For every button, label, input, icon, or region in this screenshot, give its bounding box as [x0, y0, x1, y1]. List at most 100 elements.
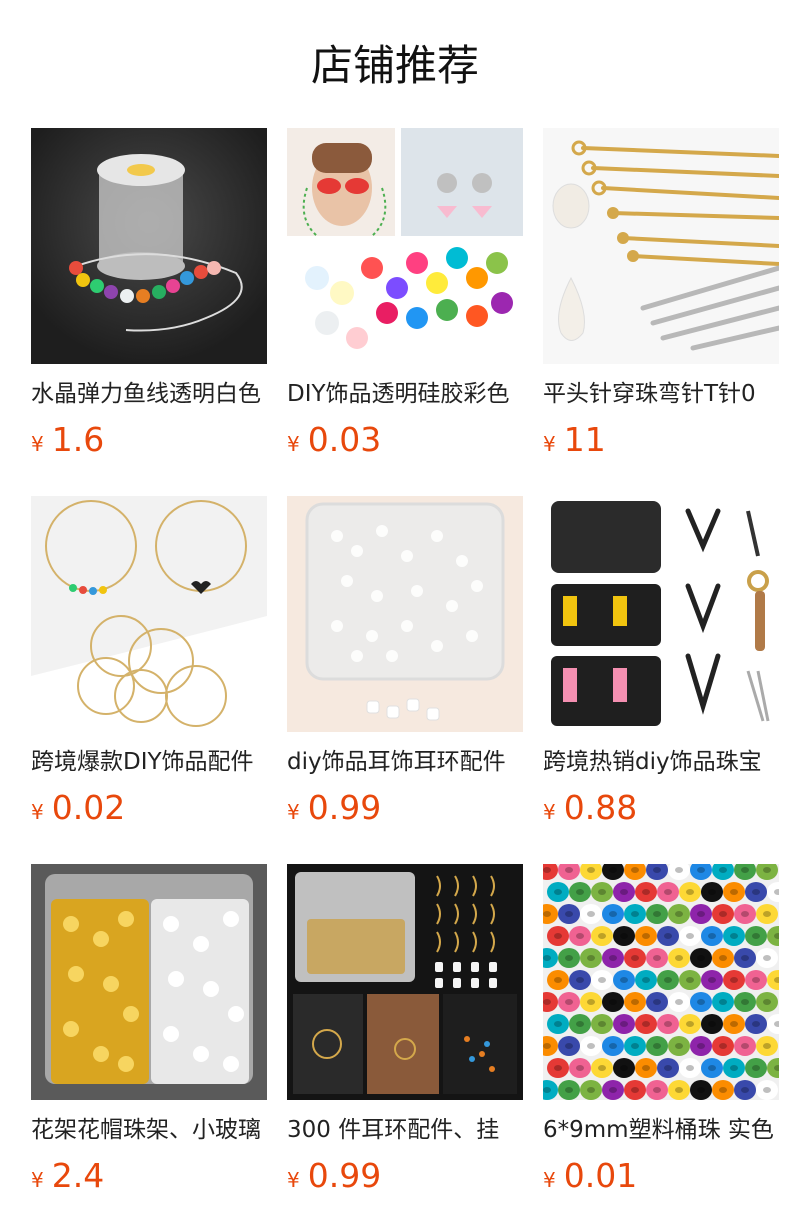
- product-name[interactable]: 花架花帽珠架、小玻璃: [31, 1110, 267, 1150]
- bead-hole: [565, 955, 573, 961]
- bead-hole: [719, 1087, 727, 1093]
- bead-hole: [708, 1021, 716, 1027]
- bead-hole: [576, 889, 584, 895]
- currency-symbol: ¥: [543, 432, 556, 456]
- bead-hole: [675, 911, 683, 917]
- bead-hole: [686, 1065, 694, 1071]
- price-value: 0.02: [51, 788, 126, 827]
- bead-hole: [576, 977, 584, 983]
- bead-hole: [543, 867, 551, 873]
- bead-hole: [675, 867, 683, 873]
- bead-hole: [741, 1087, 749, 1093]
- bead-hole: [752, 977, 760, 983]
- product-card[interactable]: diy饰品耳饰耳环配件 ¥0.99: [287, 496, 523, 828]
- bead-hole: [719, 1043, 727, 1049]
- bead-hole: [653, 999, 661, 1005]
- bead-hole: [642, 1021, 650, 1027]
- price-value: 0.01: [563, 1156, 638, 1195]
- bead-hole: [697, 1043, 705, 1049]
- bead-hole: [642, 889, 650, 895]
- bead-hole: [543, 1043, 551, 1049]
- bead-hole: [543, 955, 551, 961]
- price-value: 0.88: [563, 788, 638, 827]
- product-price: ¥2.4: [31, 1156, 267, 1196]
- bead-hole: [708, 977, 716, 983]
- bead-hole: [565, 1087, 573, 1093]
- bead-hole: [576, 1021, 584, 1027]
- product-name[interactable]: 6*9mm塑料桶珠 实色: [543, 1110, 779, 1150]
- product-image[interactable]: [287, 128, 523, 364]
- bead-hole: [642, 933, 650, 939]
- bead-hole: [763, 1043, 771, 1049]
- bead-hole: [730, 889, 738, 895]
- product-card[interactable]: 6*9mm塑料桶珠 实色 ¥0.01: [543, 864, 779, 1196]
- bead-hole: [752, 1021, 760, 1027]
- bead-hole: [697, 867, 705, 873]
- bead-hole: [565, 867, 573, 873]
- bead-hole: [609, 911, 617, 917]
- product-card[interactable]: 花架花帽珠架、小玻璃 ¥2.4: [31, 864, 267, 1196]
- bead-hole: [752, 933, 760, 939]
- bead-hole: [554, 977, 562, 983]
- bead-hole: [741, 911, 749, 917]
- bead-hole: [631, 955, 639, 961]
- bead-hole: [609, 1087, 617, 1093]
- product-card[interactable]: 平头针穿珠弯针T针0 ¥11: [543, 128, 779, 460]
- currency-symbol: ¥: [31, 432, 44, 456]
- price-value: 0.99: [307, 788, 382, 827]
- product-card[interactable]: 跨境爆款DIY饰品配件 ¥0.02: [31, 496, 267, 828]
- product-image[interactable]: [543, 496, 779, 732]
- bead-hole: [697, 1087, 705, 1093]
- bead-hole: [664, 1021, 672, 1027]
- bead-hole: [609, 1043, 617, 1049]
- product-name[interactable]: 跨境热销diy饰品珠宝: [543, 742, 779, 782]
- bead-hole: [719, 911, 727, 917]
- product-card[interactable]: 300 件耳环配件、挂 ¥0.99: [287, 864, 523, 1196]
- bead-hole: [708, 933, 716, 939]
- bead-hole: [587, 999, 595, 1005]
- bead-hole: [719, 955, 727, 961]
- bead-hole: [675, 999, 683, 1005]
- product-name[interactable]: 水晶弹力鱼线透明白色: [31, 374, 267, 414]
- product-price: ¥0.88: [543, 788, 779, 828]
- currency-symbol: ¥: [287, 1168, 300, 1192]
- currency-symbol: ¥: [31, 1168, 44, 1192]
- product-price: ¥11: [543, 420, 779, 460]
- product-name[interactable]: DIY饰品透明硅胶彩色: [287, 374, 523, 414]
- bead-hole: [708, 1065, 716, 1071]
- product-image[interactable]: [543, 128, 779, 364]
- bead-hole: [763, 955, 771, 961]
- page-title: 店铺推荐: [310, 41, 479, 90]
- product-price: ¥0.99: [287, 1156, 523, 1196]
- bead-hole: [587, 1043, 595, 1049]
- product-name[interactable]: diy饰品耳饰耳环配件: [287, 742, 523, 782]
- bead-hole: [587, 1087, 595, 1093]
- bead-hole: [598, 1065, 606, 1071]
- bead-hole: [620, 1065, 628, 1071]
- bead-hole: [587, 911, 595, 917]
- product-price: ¥0.03: [287, 420, 523, 460]
- product-image[interactable]: [31, 128, 267, 364]
- product-name[interactable]: 300 件耳环配件、挂: [287, 1110, 523, 1150]
- bead-hole: [763, 867, 771, 873]
- product-name[interactable]: 跨境爆款DIY饰品配件: [31, 742, 267, 782]
- product-card[interactable]: 跨境热销diy饰品珠宝 ¥0.88: [543, 496, 779, 828]
- product-name[interactable]: 平头针穿珠弯针T针0: [543, 374, 779, 414]
- bead-hole: [543, 1087, 551, 1093]
- bead-hole: [565, 911, 573, 917]
- price-value: 1.6: [51, 420, 105, 459]
- product-card[interactable]: DIY饰品透明硅胶彩色 ¥0.03: [287, 128, 523, 460]
- product-image[interactable]: [31, 496, 267, 732]
- product-image[interactable]: [31, 864, 267, 1100]
- bead-hole: [609, 999, 617, 1005]
- bead-hole: [631, 911, 639, 917]
- product-card[interactable]: 水晶弹力鱼线透明白色 ¥1.6: [31, 128, 267, 460]
- bead-hole: [631, 1087, 639, 1093]
- product-image[interactable]: [287, 496, 523, 732]
- bead-hole: [741, 955, 749, 961]
- bead-hole: [587, 955, 595, 961]
- product-image[interactable]: [287, 864, 523, 1100]
- product-image[interactable]: [543, 864, 779, 1100]
- bead-hole: [664, 933, 672, 939]
- bead-hole: [752, 889, 760, 895]
